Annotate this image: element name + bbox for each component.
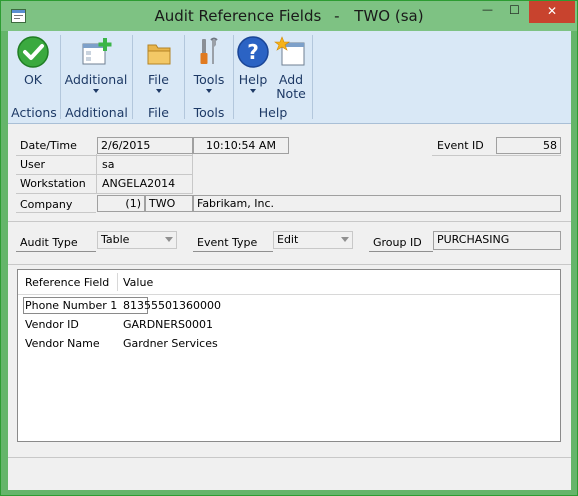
close-icon: ✕ [546,4,558,18]
chevron-down-icon [155,89,162,93]
workstation-label: Workstation [20,177,86,190]
add-note-label-line1: Add [278,72,304,87]
maximize-icon: ☐ [509,3,520,17]
add-window-icon [82,38,112,65]
group-id-field[interactable]: PURCHASING [433,231,561,250]
help-icon: ? [237,36,269,68]
divider [193,251,273,252]
close-button[interactable]: ✕ [529,1,575,23]
ok-button[interactable]: OK [11,35,55,87]
status-bar [8,457,571,490]
chevron-down-icon [206,89,212,93]
help-button-label: Help [238,72,268,87]
ribbon-group-additional: Additional [65,105,128,120]
value-cell: Gardner Services [123,337,218,350]
value-cell: GARDNERS0001 [123,318,213,331]
ok-button-label: OK [23,72,43,87]
value-cell: 81355501360000 [123,299,221,312]
title-bar[interactable]: Audit Reference Fields - TWO (sa) — ☐ ✕ [1,1,577,31]
company-name-field[interactable]: Fabrikam, Inc. [193,195,561,212]
svg-text:?: ? [247,40,259,64]
add-note-button[interactable]: Add Note [273,35,309,101]
ribbon-group-file: File [148,105,169,120]
file-button-label: File [148,72,169,87]
window-title-company: TWO (sa) [354,7,424,25]
reference-fields-grid[interactable]: Reference Field Value Phone Number 1 813… [17,269,561,442]
reference-field-cell: Vendor Name [25,337,100,350]
chevron-down-icon [93,89,99,93]
audit-type-label: Audit Type [20,236,78,249]
checkmark-icon [17,36,49,68]
ribbon-group-tools: Tools [193,105,225,120]
time-field[interactable]: 10:10:54 AM [193,137,289,154]
divider [369,251,433,252]
company-id-field[interactable]: TWO [145,195,193,212]
folder-icon [147,44,170,65]
divider [16,193,193,194]
audit-header-section: Date/Time 2/6/2015 10:10:54 AM Event ID … [8,124,571,222]
divider [96,154,97,194]
audit-filter-section: Audit Type Table Event Type Edit Group I… [8,222,571,265]
divider [16,251,96,252]
tools-button[interactable]: Tools [188,35,230,93]
additional-button-label: Additional [64,72,128,87]
tools-button-label: Tools [193,72,225,87]
file-button[interactable]: File [136,35,181,93]
chevron-down-icon [250,89,256,93]
event-type-label: Event Type [197,236,258,249]
chevron-down-icon [341,237,349,242]
tools-icon [200,37,218,64]
additional-button[interactable]: Additional [64,35,128,93]
audit-type-dropdown[interactable]: Table [97,231,177,249]
add-note-label-line2: Note [276,86,306,101]
user-field[interactable]: sa [102,158,114,171]
divider [16,212,96,213]
divider [432,155,561,156]
window-title-text: Audit Reference Fields [154,7,322,25]
datetime-label: Date/Time [20,139,77,152]
minimize-icon: — [482,3,493,16]
ribbon-group-help: Help [258,105,288,120]
window-title-separator: - [334,7,340,25]
divider [16,174,193,175]
event-type-value: Edit [277,233,299,246]
workstation-field[interactable]: ANGELA2014 [102,177,175,190]
window-client-area: OK Actions Additional Additional File Fi… [8,31,571,490]
company-label: Company [20,198,73,211]
company-number-field[interactable]: (1) [97,195,145,212]
ribbon: OK Actions Additional Additional File Fi… [8,31,571,124]
column-divider [117,273,118,291]
reference-field-cell: Vendor ID [25,318,79,331]
ribbon-group-actions: Actions [11,105,57,120]
user-label: User [20,158,46,171]
divider [16,155,193,156]
event-type-dropdown[interactable]: Edit [273,231,353,249]
column-header-value[interactable]: Value [123,276,153,289]
ribbon-separator [312,35,313,119]
maximize-button[interactable]: ☐ [501,1,528,23]
column-header-reference-field[interactable]: Reference Field [25,276,109,289]
divider [192,154,193,194]
help-button[interactable]: ? Help [236,35,270,93]
audit-type-value: Table [101,233,130,246]
event-id-field[interactable]: 58 [496,137,561,154]
event-id-label: Event ID [437,139,484,152]
chevron-down-icon [165,237,173,242]
note-icon [274,36,305,66]
reference-field-cell: Phone Number 1 [25,299,118,312]
grid-header: Reference Field Value [18,270,560,295]
group-id-label: Group ID [373,236,422,249]
date-field[interactable]: 2/6/2015 [97,137,193,154]
audit-reference-fields-window: Audit Reference Fields - TWO (sa) — ☐ ✕ … [0,0,578,496]
minimize-button[interactable]: — [474,1,501,23]
